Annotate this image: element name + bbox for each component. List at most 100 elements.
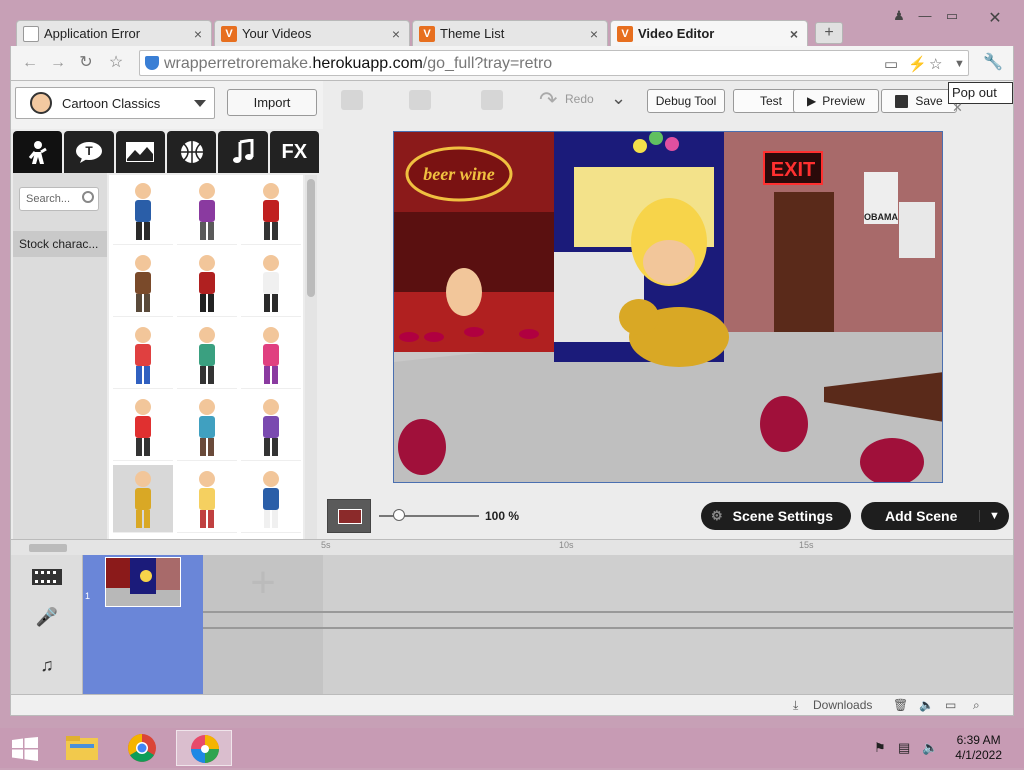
bookmark-star-icon[interactable]: ☆ [929, 55, 942, 73]
save-button[interactable]: Save [881, 89, 957, 113]
flash-icon[interactable]: ⚡ [908, 55, 927, 73]
volume-icon[interactable]: 🔈 [922, 740, 938, 756]
address-bar[interactable]: wrapperretroremake.herokuapp.com/go_full… [139, 50, 969, 76]
clock[interactable]: 6:39 AM 4/1/2022 [955, 733, 1002, 763]
preview-button[interactable]: ▶ Preview [793, 89, 879, 113]
character-thumbnail[interactable] [241, 465, 301, 533]
character-thumbnail[interactable] [241, 393, 301, 461]
wrench-icon[interactable]: 🔧 [983, 54, 1003, 72]
character-thumbnail[interactable] [177, 177, 237, 245]
reload-icon[interactable]: ↻ [77, 54, 95, 72]
tab-theme-list[interactable]: V Theme List × [412, 20, 608, 46]
tab-music[interactable] [218, 131, 268, 173]
tab-characters[interactable] [13, 131, 63, 173]
character-thumbnail[interactable] [113, 393, 173, 461]
character-thumbnail[interactable] [113, 321, 173, 389]
chevron-down-icon[interactable]: ▼ [979, 510, 1009, 522]
popout-button[interactable]: Pop out ✕ [948, 82, 1013, 115]
ruler-tick: 5s [321, 540, 331, 550]
shield-icon [145, 56, 159, 70]
scrollbar-thumb[interactable] [307, 179, 315, 297]
tab-speech[interactable]: T [64, 131, 114, 173]
character-thumbnail[interactable] [241, 249, 301, 317]
add-scene-placeholder-icon[interactable]: + [243, 561, 283, 605]
close-window-icon[interactable]: ✕ [984, 8, 1006, 28]
tab-your-videos[interactable]: V Your Videos × [214, 20, 410, 46]
downloads-label[interactable]: Downloads [813, 698, 872, 712]
close-icon[interactable]: × [389, 26, 403, 42]
scene-settings-label: Scene Settings [732, 508, 834, 524]
undo-icon[interactable] [481, 90, 503, 110]
character-thumbnail[interactable] [177, 249, 237, 317]
tab-video-editor[interactable]: V Video Editor × [610, 20, 808, 46]
downloads-icon[interactable]: ⤓ [793, 698, 798, 713]
scene-thumbnail-button[interactable] [327, 499, 371, 533]
chrome-icon[interactable] [114, 730, 170, 766]
floppy-icon [895, 94, 909, 108]
search-input[interactable]: Search... [19, 187, 99, 211]
redo-icon[interactable]: ↷ [539, 87, 557, 113]
search-icon[interactable] [82, 191, 94, 203]
close-icon[interactable]: × [787, 26, 801, 42]
close-icon[interactable]: × [191, 26, 205, 42]
character-scrollbar[interactable] [305, 175, 317, 539]
scene-stage[interactable]: beer wine EXIT OBAMA [393, 131, 943, 483]
film-strip-icon [31, 567, 63, 592]
tab-application-error[interactable]: Application Error × [16, 20, 212, 46]
chevron-down-icon[interactable]: ⌄ [611, 88, 626, 109]
character-thumbnail[interactable] [177, 465, 237, 533]
close-icon[interactable]: × [587, 26, 601, 42]
home-icon[interactable]: ☆ [107, 54, 125, 72]
tab-strip: Application Error × V Your Videos × V Th… [0, 0, 1024, 46]
back-icon[interactable]: ← [21, 54, 39, 72]
close-icon[interactable]: ✕ [952, 100, 963, 115]
scene-canvas[interactable]: beer wine EXIT OBAMA [394, 132, 943, 483]
copy-icon[interactable] [409, 90, 431, 110]
scene-settings-button[interactable]: ⚙ Scene Settings [701, 502, 851, 530]
theme-dropdown[interactable]: Cartoon Classics [15, 87, 215, 119]
search-placeholder: Search... [26, 193, 71, 205]
flag-icon[interactable]: ⚑ [874, 740, 890, 756]
photos-app-icon[interactable] [176, 730, 232, 766]
redo-label[interactable]: Redo [565, 92, 594, 106]
network-icon[interactable]: ▤ [898, 740, 914, 756]
tab-props[interactable] [166, 131, 217, 173]
character-thumbnail[interactable] [177, 393, 237, 461]
zoom-icon[interactable]: ⌕ [973, 698, 980, 713]
character-icon [28, 141, 47, 164]
zoom-slider[interactable] [379, 509, 479, 521]
speaker-icon[interactable]: 🔈 [919, 698, 934, 712]
blocked-popup-icon[interactable]: ▭ [884, 55, 898, 73]
timeline-scroll-handle[interactable] [29, 544, 67, 552]
zoom-slider-knob[interactable] [393, 509, 405, 521]
file-explorer-icon[interactable] [54, 730, 110, 766]
debug-tool-button[interactable]: Debug Tool [647, 89, 725, 113]
import-button[interactable]: Import [227, 89, 317, 116]
dropdown-icon[interactable]: ▼ [954, 58, 965, 70]
add-scene-button[interactable]: Add Scene ▼ [861, 502, 1009, 530]
trash-icon[interactable]: 🗑 [893, 698, 908, 712]
tab-fx[interactable]: FX [269, 131, 319, 173]
theme-name: Cartoon Classics [62, 95, 161, 111]
new-tab-button[interactable]: + [815, 22, 843, 44]
character-thumbnail[interactable] [113, 177, 173, 245]
sidebar-item-stock-characters[interactable]: Stock charac... [13, 231, 107, 257]
character-thumbnail[interactable] [241, 177, 301, 245]
user-icon[interactable]: ♟ [888, 8, 910, 24]
tab-backgrounds[interactable] [115, 131, 165, 173]
character-thumbnail[interactable] [177, 321, 237, 389]
windows-start-icon[interactable] [12, 737, 38, 761]
forward-icon[interactable]: → [49, 54, 67, 72]
display-icon[interactable]: ▭ [945, 698, 956, 712]
music-note-icon: ♫ [40, 655, 54, 675]
scene-1-thumbnail[interactable] [105, 557, 181, 607]
timeline: 🎤 ♫ 1 + [11, 555, 1013, 695]
cut-icon[interactable] [341, 90, 363, 110]
category-sidebar: Search... Stock charac... [13, 173, 107, 539]
maximize-icon[interactable]: ▭ [941, 8, 963, 24]
character-thumbnail[interactable] [113, 249, 173, 317]
character-thumbnail[interactable] [113, 465, 173, 533]
minimize-icon[interactable]: — [914, 8, 936, 23]
track-divider [203, 627, 1013, 629]
character-thumbnail[interactable] [241, 321, 301, 389]
